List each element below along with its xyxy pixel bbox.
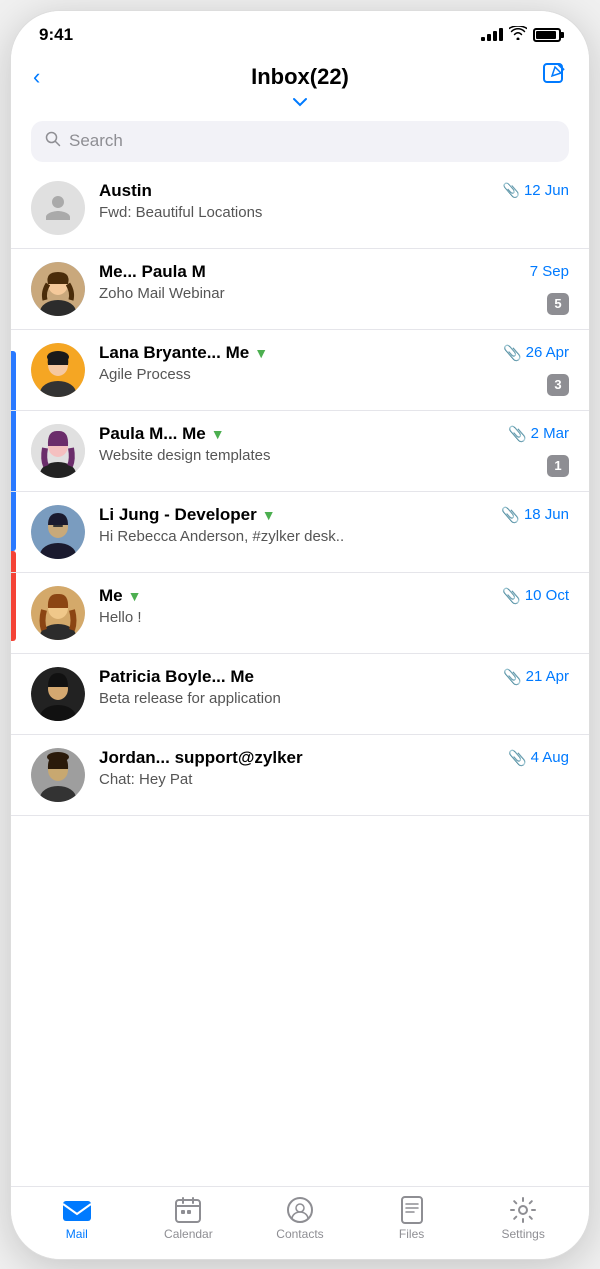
nav-contacts[interactable]: Contacts <box>244 1197 356 1241</box>
avatar <box>31 667 85 721</box>
email-subject: Fwd: Beautiful Locations <box>99 204 569 221</box>
email-sender: Jordan... support@zylker <box>99 748 303 768</box>
email-subject: Website design templates <box>99 447 569 464</box>
clip-icon: 📎 <box>503 182 520 199</box>
avatar <box>31 424 85 478</box>
back-button[interactable]: ‹ <box>33 64 73 90</box>
email-item[interactable]: Patricia Boyle... Me 📎 21 Apr Beta relea… <box>11 654 589 735</box>
wifi-icon <box>509 26 527 43</box>
clip-icon: 📎 <box>502 587 521 605</box>
avatar <box>31 586 85 640</box>
nav-mail-label: Mail <box>66 1227 88 1241</box>
email-sender: Me... Paula M <box>99 262 206 282</box>
email-sender: Me ▼ <box>99 586 141 606</box>
contacts-icon <box>285 1197 315 1223</box>
email-badge: 3 <box>547 374 569 396</box>
status-icons <box>481 26 561 43</box>
header-chevron[interactable] <box>11 93 589 113</box>
email-sender: Li Jung - Developer ▼ <box>99 505 276 525</box>
email-content: Me ▼ 📎 10 Oct Hello ! <box>99 586 569 626</box>
email-item[interactable]: Me... Paula M 7 Sep Zoho Mail Webinar 5 <box>11 249 589 330</box>
email-date: 7 Sep <box>530 263 569 280</box>
compose-button[interactable] <box>527 61 567 93</box>
flag-icon: ▼ <box>211 426 225 442</box>
email-sender: Austin <box>99 181 152 201</box>
email-subject: Beta release for application <box>99 690 569 707</box>
clip-icon: 📎 <box>508 749 527 767</box>
nav-calendar-label: Calendar <box>164 1227 213 1241</box>
email-date: 📎 12 Jun <box>503 182 569 199</box>
avatar <box>31 181 85 235</box>
email-content: Me... Paula M 7 Sep Zoho Mail Webinar <box>99 262 569 302</box>
flag-icon: ▼ <box>262 507 276 523</box>
avatar <box>31 262 85 316</box>
email-sender: Patricia Boyle... Me <box>99 667 254 687</box>
clip-icon: 📎 <box>503 344 522 362</box>
settings-icon <box>508 1197 538 1223</box>
email-list: Austin 📎 12 Jun Fwd: Beautiful Locations <box>11 168 589 1111</box>
avatar <box>31 748 85 802</box>
inbox-title: Inbox(22) <box>251 64 349 90</box>
nav-settings-label: Settings <box>501 1227 544 1241</box>
email-content: Austin 📎 12 Jun Fwd: Beautiful Locations <box>99 181 569 221</box>
email-item[interactable]: Li Jung - Developer ▼ 📎 18 Jun Hi Rebecc… <box>11 492 589 573</box>
email-item[interactable]: Austin 📎 12 Jun Fwd: Beautiful Locations <box>11 168 589 249</box>
avatar <box>31 505 85 559</box>
email-date: 📎 18 Jun <box>501 506 569 524</box>
email-item[interactable]: Jordan... support@zylker 📎 4 Aug Chat: H… <box>11 735 589 816</box>
flag-icon: ▼ <box>254 345 268 361</box>
clip-icon: 📎 <box>508 425 527 443</box>
status-time: 9:41 <box>39 25 73 45</box>
email-date: 📎 2 Mar <box>508 425 569 443</box>
email-subject: Agile Process <box>99 366 569 383</box>
email-subject: Hi Rebecca Anderson, #zylker desk.. <box>99 528 569 545</box>
email-subject: Hello ! <box>99 609 569 626</box>
email-badge: 5 <box>547 293 569 315</box>
calendar-icon <box>173 1197 203 1223</box>
email-badge: 1 <box>547 455 569 477</box>
avatar <box>31 343 85 397</box>
email-content: Lana Bryante... Me ▼ 📎 26 Apr Agile Proc… <box>99 343 569 383</box>
email-sender: Lana Bryante... Me ▼ <box>99 343 268 363</box>
email-content: Jordan... support@zylker 📎 4 Aug Chat: H… <box>99 748 569 788</box>
email-date: 📎 10 Oct <box>502 587 569 605</box>
clip-icon: 📎 <box>501 506 520 524</box>
header: ‹ Inbox(22) <box>11 53 589 93</box>
nav-files[interactable]: Files <box>356 1197 468 1241</box>
email-date: 📎 21 Apr <box>503 668 569 686</box>
nav-mail[interactable]: Mail <box>21 1197 133 1241</box>
email-subject: Chat: Hey Pat <box>99 771 569 788</box>
search-placeholder: Search <box>69 131 123 151</box>
nav-contacts-label: Contacts <box>276 1227 323 1241</box>
search-bar[interactable]: Search <box>31 121 569 162</box>
email-content: Li Jung - Developer ▼ 📎 18 Jun Hi Rebecc… <box>99 505 569 545</box>
nav-settings[interactable]: Settings <box>467 1197 579 1241</box>
email-sender: Paula M... Me ▼ <box>99 424 225 444</box>
bottom-nav: Mail Calendar <box>11 1186 589 1259</box>
battery-icon <box>533 28 561 42</box>
search-icon <box>45 131 61 152</box>
status-bar: 9:41 <box>11 11 589 53</box>
email-item[interactable]: Paula M... Me ▼ 📎 2 Mar Website design t… <box>11 411 589 492</box>
mail-icon <box>62 1197 92 1223</box>
email-item[interactable]: Lana Bryante... Me ▼ 📎 26 Apr Agile Proc… <box>11 330 589 411</box>
signal-bars-icon <box>481 28 503 41</box>
email-date: 📎 26 Apr <box>503 344 569 362</box>
clip-icon: 📎 <box>503 668 522 686</box>
email-item[interactable]: Me ▼ 📎 10 Oct Hello ! <box>11 573 589 654</box>
email-content: Patricia Boyle... Me 📎 21 Apr Beta relea… <box>99 667 569 707</box>
phone-frame: 9:41 ‹ Inbox(22) <box>10 10 590 1260</box>
files-icon <box>397 1197 427 1223</box>
nav-calendar[interactable]: Calendar <box>133 1197 245 1241</box>
flag-icon: ▼ <box>128 588 142 604</box>
nav-files-label: Files <box>399 1227 424 1241</box>
email-subject: Zoho Mail Webinar <box>99 285 569 302</box>
email-content: Paula M... Me ▼ 📎 2 Mar Website design t… <box>99 424 569 464</box>
email-date: 📎 4 Aug <box>508 749 569 767</box>
